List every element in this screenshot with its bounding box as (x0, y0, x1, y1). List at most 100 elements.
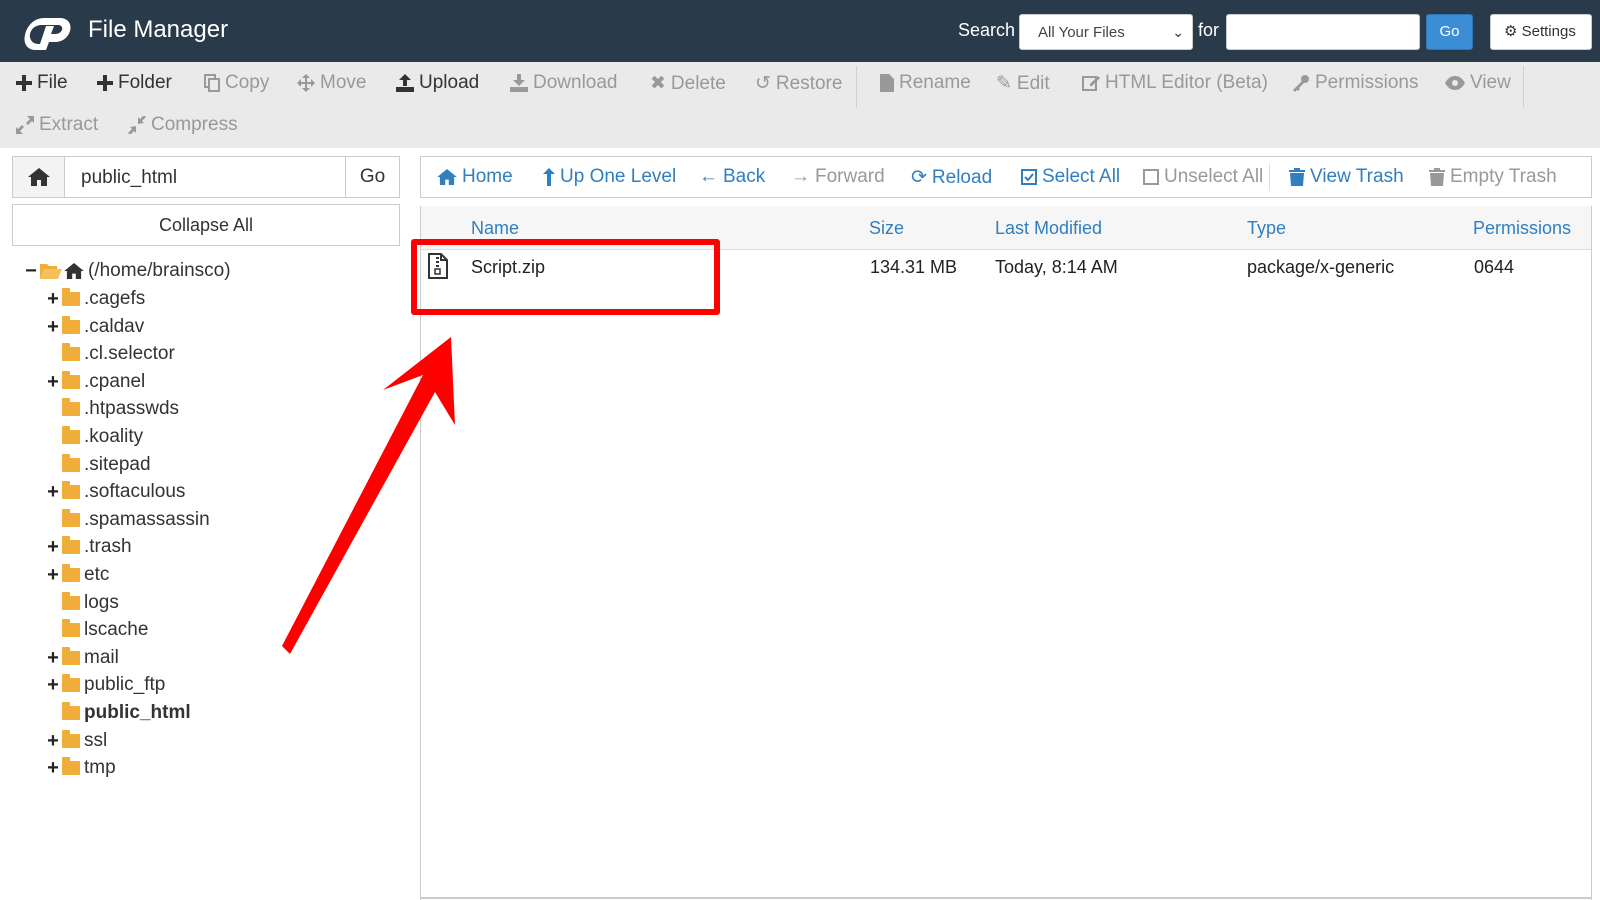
restore-button[interactable]: ↺ Restore (755, 72, 842, 95)
tree-item[interactable]: lscache (46, 617, 148, 643)
expand-toggle-icon[interactable]: + (46, 757, 60, 780)
tree-item[interactable]: + tmp (46, 755, 116, 781)
tree-item[interactable]: .cl.selector (46, 341, 175, 367)
tree-root[interactable]: − (/home/brainsco) (24, 258, 230, 284)
column-header-size[interactable]: Size (869, 218, 904, 239)
download-icon (510, 74, 528, 92)
copy-button[interactable]: Copy (204, 72, 269, 94)
expand-toggle-icon[interactable]: + (46, 371, 60, 394)
folder-icon (62, 730, 80, 748)
for-label: for (1198, 20, 1220, 40)
tree-item[interactable]: .koality (46, 424, 143, 450)
search-scope-select[interactable]: All Your Files ⌄ (1019, 14, 1193, 50)
plus-icon (16, 75, 32, 91)
download-button[interactable]: Download (510, 72, 618, 94)
search-go-button[interactable]: Go (1426, 14, 1473, 50)
nav-reload-button[interactable]: ⟳ Reload (911, 166, 992, 189)
plus-icon (97, 75, 113, 91)
move-icon (297, 74, 315, 92)
tree-item[interactable]: .htpasswds (46, 396, 179, 422)
expand-toggle-icon[interactable]: + (46, 288, 60, 311)
folder-icon (62, 536, 80, 554)
expand-toggle-icon[interactable]: + (46, 481, 60, 504)
expand-toggle-icon[interactable]: + (46, 316, 60, 339)
action-toolbar: File Folder Copy Move Upload Download ✖ … (0, 62, 1600, 148)
tree-item[interactable]: + etc (46, 562, 109, 588)
nav-empty-trash-button[interactable]: Empty Trash (1429, 166, 1557, 188)
file-type: package/x-generic (1247, 257, 1395, 277)
expand-toggle-icon[interactable]: + (46, 647, 60, 670)
edit-label: Edit (1016, 72, 1050, 94)
permissions-button[interactable]: Permissions (1292, 72, 1418, 94)
tree-item-label: .cl.selector (84, 343, 175, 364)
column-header-name[interactable]: Name (471, 218, 519, 239)
nav-up-one-level-button[interactable]: Up One Level (543, 166, 676, 188)
collapse-all-button[interactable]: Collapse All (12, 204, 400, 246)
html-editor-label: HTML Editor (Beta) (1105, 72, 1268, 93)
column-header-permissions[interactable]: Permissions (1473, 218, 1571, 239)
file-last-modified: Today, 8:14 AM (995, 257, 1118, 277)
path-home-button[interactable] (13, 157, 65, 197)
pencil-icon: ✎ (996, 73, 1012, 94)
nav-select-all-button[interactable]: Select All (1021, 166, 1120, 188)
collapse-toggle-icon[interactable]: − (24, 260, 38, 283)
html-editor-button[interactable]: HTML Editor (Beta) (1082, 72, 1268, 94)
trash-icon (1429, 168, 1445, 186)
rename-button[interactable]: Rename (880, 72, 971, 94)
top-header: File Manager Search All Your Files ⌄ for… (0, 0, 1600, 62)
tree-item-label: public_ftp (84, 674, 166, 695)
folder-icon (62, 481, 80, 499)
view-button[interactable]: View (1445, 72, 1511, 94)
tree-item[interactable]: + ssl (46, 728, 107, 754)
move-button[interactable]: Move (297, 72, 366, 94)
column-header-type[interactable]: Type (1247, 218, 1286, 239)
tree-item-label: mail (84, 647, 119, 668)
empty-box-icon (1143, 169, 1159, 185)
cpanel-logo (24, 18, 71, 50)
settings-button[interactable]: ⚙ Settings (1490, 14, 1592, 50)
expand-toggle-icon[interactable]: + (46, 536, 60, 559)
tree-item[interactable]: public_html (46, 700, 191, 726)
nav-view-trash-button[interactable]: View Trash (1289, 166, 1404, 188)
tree-item[interactable]: + public_ftp (46, 672, 165, 698)
tree-item[interactable]: + .trash (46, 534, 131, 560)
path-go-button[interactable]: Go (345, 157, 399, 197)
delete-button[interactable]: ✖ Delete (650, 72, 726, 95)
tree-item[interactable]: + .caldav (46, 314, 144, 340)
tree-item[interactable]: .spamassassin (46, 507, 210, 533)
tree-item[interactable]: .sitepad (46, 452, 151, 478)
expand-toggle-icon[interactable]: + (46, 730, 60, 753)
tree-item[interactable]: + .cagefs (46, 286, 145, 312)
search-input[interactable] (1226, 14, 1420, 50)
nav-unselect-all-button[interactable]: Unselect All (1143, 166, 1263, 188)
expand-toggle-icon[interactable]: + (46, 674, 60, 697)
edit-button[interactable]: ✎ Edit (996, 72, 1050, 95)
compress-icon (128, 116, 146, 134)
delete-icon: ✖ (650, 73, 666, 94)
extract-button[interactable]: Extract (16, 114, 98, 136)
file-permissions: 0644 (1474, 257, 1515, 277)
tree-item[interactable]: + mail (46, 645, 119, 671)
folder-icon (62, 509, 80, 527)
chevron-down-icon: ⌄ (1172, 24, 1184, 40)
expand-icon (16, 116, 34, 134)
path-input[interactable]: public_html (81, 167, 177, 189)
tree-item[interactable]: + .softaculous (46, 479, 185, 505)
upload-button[interactable]: Upload (396, 72, 479, 94)
folder-icon (62, 371, 80, 389)
tree-item[interactable]: + .cpanel (46, 369, 145, 395)
upload-icon (396, 74, 414, 92)
tree-item[interactable]: logs (46, 590, 119, 616)
tree-item-label: .softaculous (84, 481, 186, 502)
nav-forward-button[interactable]: → Forward (791, 166, 885, 188)
new-file-button[interactable]: File (16, 72, 68, 94)
nav-home-button[interactable]: Home (437, 166, 513, 188)
folder-icon (62, 564, 80, 582)
annotation-highlight-box (411, 239, 720, 315)
expand-toggle-icon[interactable]: + (46, 564, 60, 587)
app-title: File Manager (88, 16, 229, 43)
column-header-last-modified[interactable]: Last Modified (995, 218, 1102, 239)
nav-back-button[interactable]: ← Back (699, 166, 765, 188)
compress-button[interactable]: Compress (128, 114, 238, 136)
new-folder-button[interactable]: Folder (97, 72, 172, 94)
